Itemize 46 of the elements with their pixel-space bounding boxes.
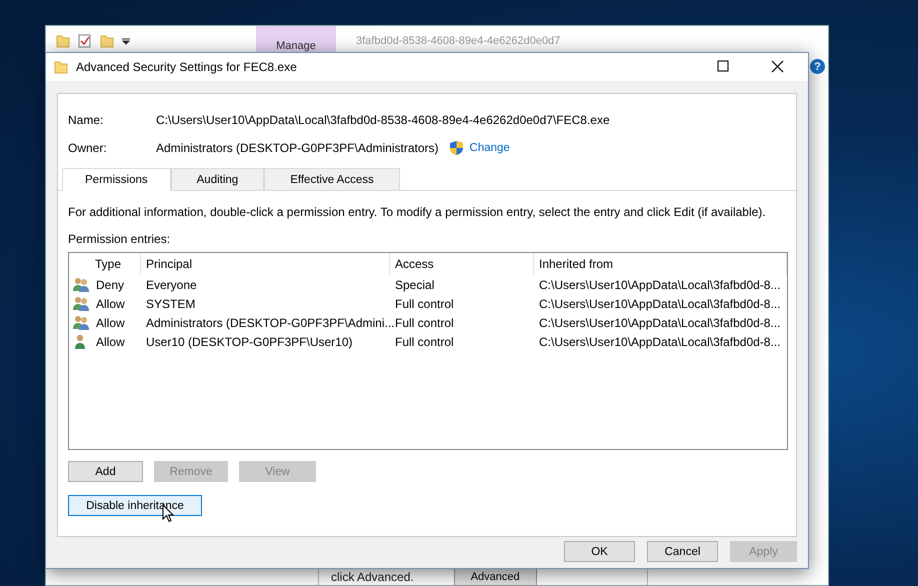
entries-label: Permission entries: <box>68 232 172 246</box>
type-cell: Allow <box>96 334 125 348</box>
tab[interactable]: Permissions <box>62 168 171 191</box>
column-header[interactable]: Principal <box>141 253 390 275</box>
type-cell: Allow <box>96 316 125 330</box>
user-group-icon <box>72 296 90 311</box>
advanced-button[interactable]: Advanced <box>454 568 537 586</box>
inherited-cell-text: C:\Users\User10\AppData\Local\3fafbd0d-8... <box>538 334 782 348</box>
user-group-icon <box>72 277 90 292</box>
disable-inheritance-button[interactable]: Disable inheritance <box>68 495 202 516</box>
name-value: C:\Users\User10\AppData\Local\3fafbd0d-8538-4608-89e4-4e6262d0e0d7\FEC8.exe <box>156 113 610 127</box>
folder-icon <box>100 34 114 48</box>
tab[interactable]: Auditing <box>170 168 264 190</box>
principal-cell-text: User10 (DESKTOP-G0PF3PF\User10) <box>145 334 354 348</box>
info-text: For additional information, double-click a permission entry. To modify a permission entry, select the entry and click Edit (if available). <box>68 205 766 219</box>
dialog-button[interactable]: OK <box>564 541 635 562</box>
inherited-cell-text: C:\Users\User10\AppData\Local\3fafbd0d-8... <box>538 316 782 330</box>
owner-value: Administrators (DESKTOP-G0PF3PF\Administrators) <box>156 141 439 155</box>
principal-cell-text: SYSTEM <box>145 296 196 310</box>
principal-cell-text: Everyone <box>145 278 198 292</box>
column-header[interactable]: Access <box>390 253 534 275</box>
help-button[interactable]: ? <box>810 59 825 74</box>
window-title: 3fafbd0d-8538-4608-89e4-4e6262d0e0d7 <box>356 35 562 47</box>
properties-icon <box>78 34 92 48</box>
folder-icon <box>56 34 70 48</box>
inherited-cell-text: C:\Users\User10\AppData\Local\3fafbd0d-8... <box>538 296 782 310</box>
dropdown-icon[interactable] <box>122 36 130 46</box>
list-action-button[interactable]: Add <box>68 461 143 482</box>
type-cell: Deny <box>96 278 124 292</box>
tab[interactable]: Effective Access <box>264 168 400 190</box>
column-header[interactable]: Inherited from <box>534 253 787 275</box>
user-group-icon <box>72 315 90 330</box>
name-label: Name: <box>68 113 104 127</box>
access-cell-text: Full control <box>394 334 455 348</box>
access-cell-text: Special <box>394 278 436 292</box>
type-cell: Allow <box>96 296 125 310</box>
hint-text: click Advanced. <box>331 570 414 584</box>
access-cell-text: Full control <box>394 296 455 310</box>
folder-icon <box>54 60 68 74</box>
dialog-button[interactable]: Cancel <box>647 541 718 562</box>
shield-icon <box>448 140 464 156</box>
dialog-title: Advanced Security Settings for FEC8.exe <box>76 60 298 74</box>
column-header[interactable]: Type <box>69 253 141 275</box>
change-link[interactable]: Change <box>470 142 510 154</box>
inherited-cell-text: C:\Users\User10\AppData\Local\3fafbd0d-8... <box>538 278 782 292</box>
owner-label: Owner: <box>68 141 108 155</box>
